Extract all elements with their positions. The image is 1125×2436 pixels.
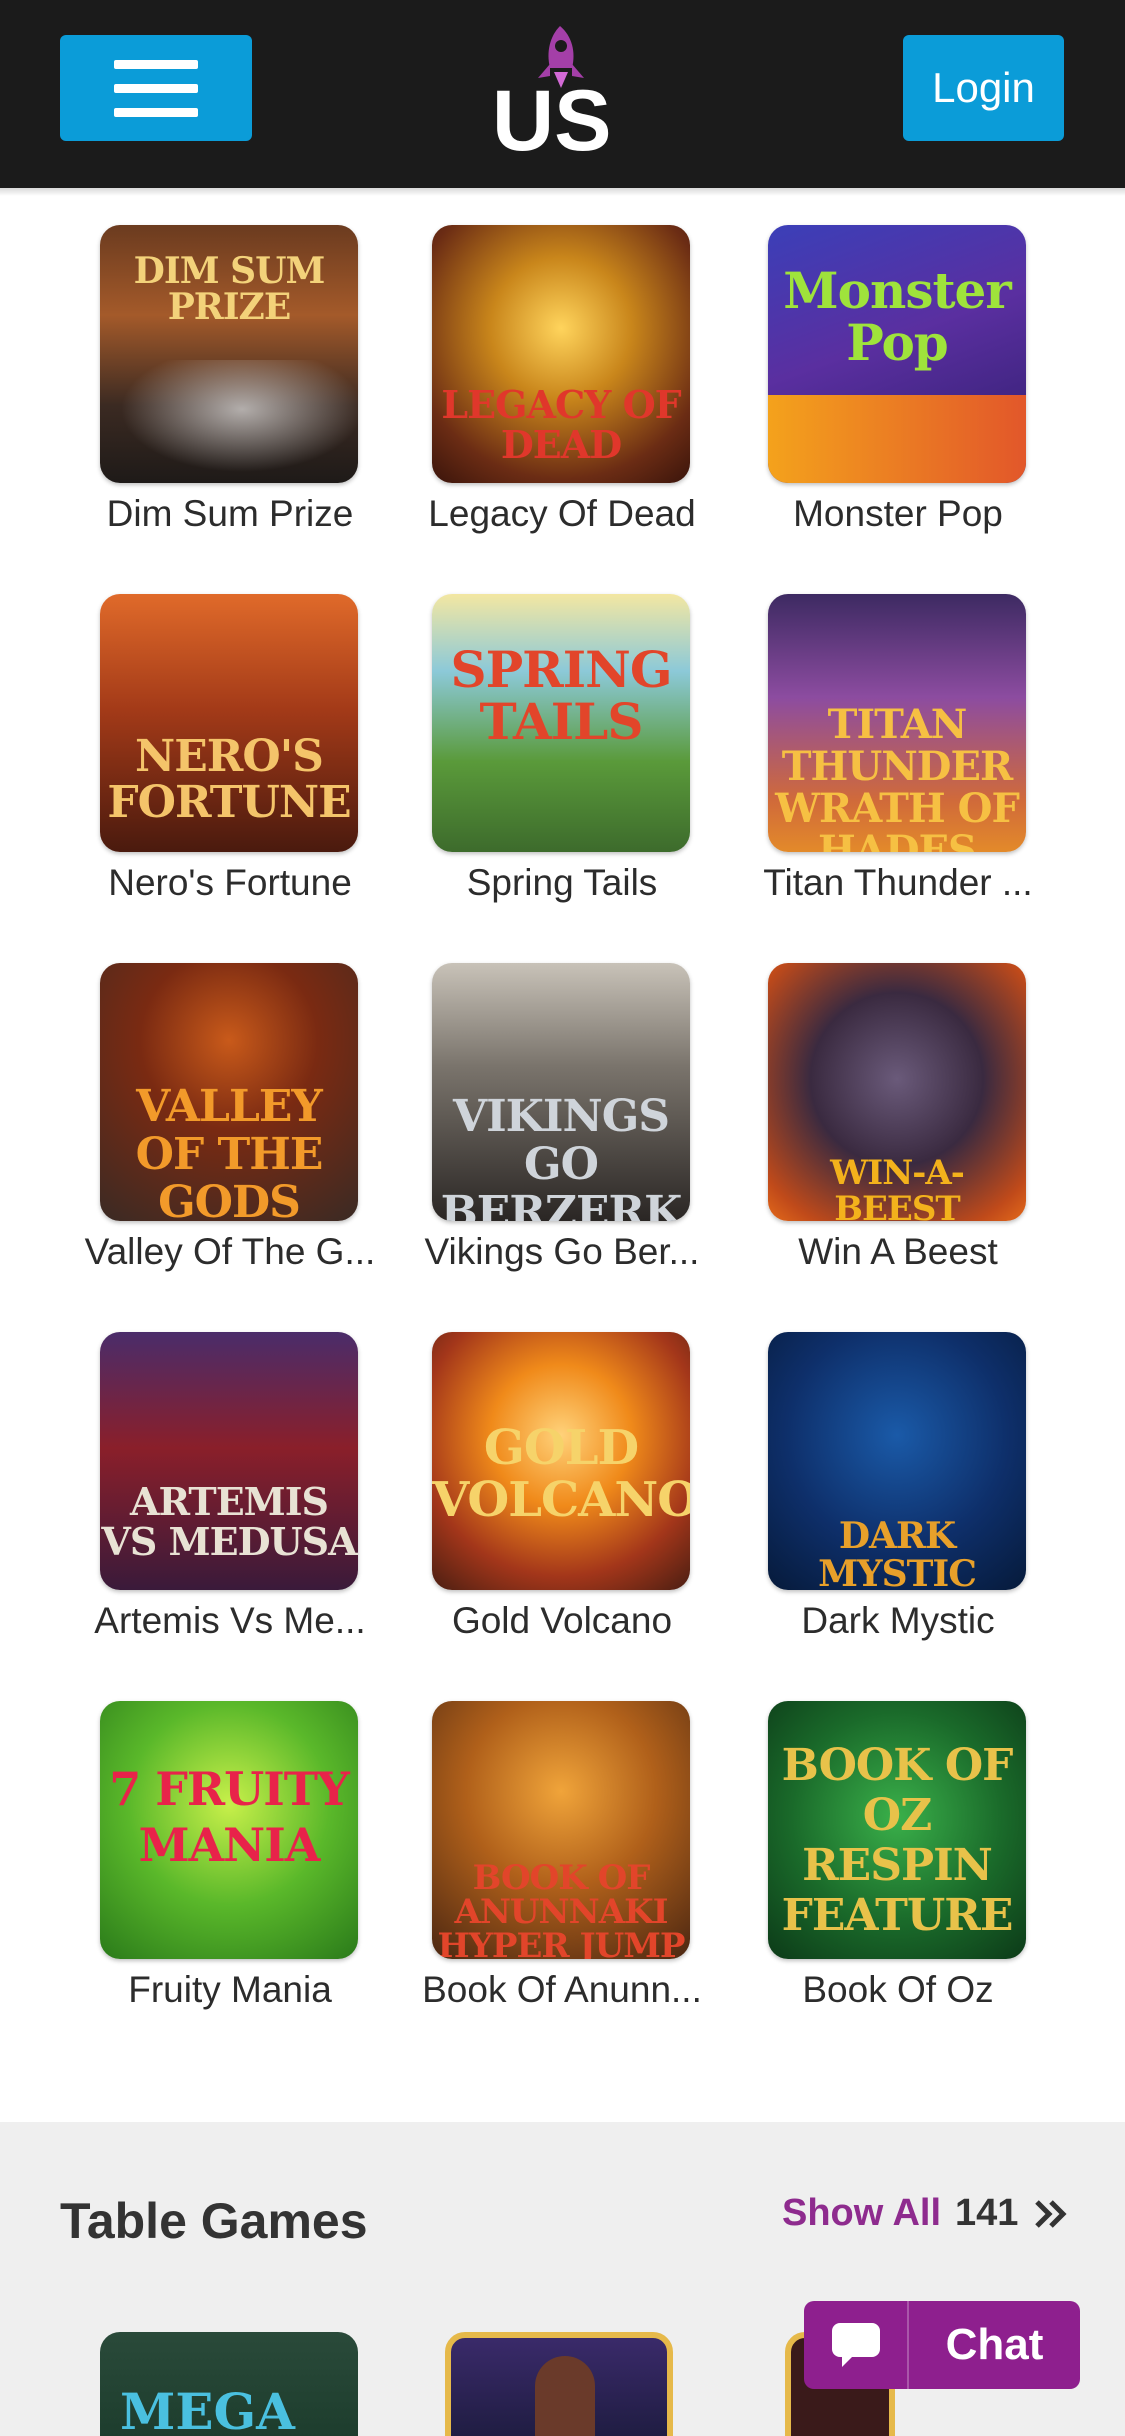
game-art-title: VIKINGS GO BERZERK <box>440 1091 683 1222</box>
game-thumbnail[interactable]: WIN-A-BEEST <box>768 963 1026 1221</box>
game-art-title: TITAN THUNDER WRATH OF HADES <box>775 701 1020 853</box>
game-art-title: BOOK OF ANUNNAKI HYPER JUMP <box>437 1858 686 1959</box>
double-chevron-right-icon[interactable] <box>1033 2198 1069 2230</box>
game-tile[interactable]: LEGACY OF DEAD Legacy Of Dead <box>362 225 702 565</box>
game-thumbnail[interactable]: SPRING TAILS <box>432 594 690 852</box>
hamburger-icon-bar-2 <box>114 83 198 93</box>
table-game-art-title: MEGA <box>120 2382 295 2436</box>
game-tile[interactable]: VALLEY OF THE GODS Valley Of The G... <box>30 963 375 1303</box>
game-tile[interactable]: VIKINGS GO BERZERK Vikings Go Ber... <box>362 963 702 1303</box>
section-title: Table Games <box>60 2193 368 2249</box>
game-thumbnail[interactable]: DARK MYSTIC <box>768 1332 1026 1590</box>
game-thumbnail[interactable]: BOOK OF OZ RESPIN FEATURE <box>768 1701 1026 1959</box>
game-thumbnail[interactable]: BOOK OF ANUNNAKI HYPER JUMP <box>432 1701 690 1959</box>
game-tile[interactable]: Monster Pop Monster Pop <box>698 225 1038 565</box>
chat-button[interactable]: Chat <box>804 2301 1080 2389</box>
table-game-thumbnail[interactable]: MEGA <box>100 2332 358 2436</box>
game-tile[interactable]: DIM SUM PRIZE Dim Sum Prize <box>30 225 370 565</box>
game-tile[interactable]: GOLD VOLCANO Gold Volcano <box>362 1332 702 1672</box>
game-name[interactable]: Titan Thunder ... <box>698 862 1098 904</box>
game-art-title: WIN-A-BEEST <box>830 1153 965 1221</box>
game-tile[interactable]: ARTEMIS VS MEDUSA Artemis Vs Me... <box>30 1332 370 1672</box>
game-tile[interactable]: 7 FRUITY MANIA Fruity Mania <box>30 1701 370 2041</box>
game-thumbnail[interactable]: TITAN THUNDER WRATH OF HADES <box>768 594 1026 852</box>
game-art-title: DARK MYSTIC <box>818 1515 977 1590</box>
game-thumbnail[interactable]: Monster Pop <box>768 225 1026 483</box>
game-name[interactable]: Win A Beest <box>698 1231 1098 1273</box>
game-thumbnail[interactable]: ARTEMIS VS MEDUSA <box>100 1332 358 1590</box>
menu-button[interactable] <box>60 35 252 141</box>
game-thumbnail[interactable]: LEGACY OF DEAD <box>432 225 690 483</box>
game-art-title: LEGACY OF DEAD <box>441 382 681 467</box>
svg-text:US: US <box>492 73 611 158</box>
speech-bubble-icon <box>804 2301 909 2389</box>
login-button[interactable]: Login <box>903 35 1064 141</box>
hamburger-icon-bar-3 <box>114 107 198 117</box>
game-thumbnail[interactable]: VIKINGS GO BERZERK <box>432 963 690 1221</box>
game-art-title: 7 FRUITY MANIA <box>109 1762 350 1872</box>
game-art-title: Monster Pop <box>783 261 1011 372</box>
game-tile[interactable]: BOOK OF OZ RESPIN FEATURE Book Of Oz <box>698 1701 1038 2041</box>
game-thumbnail[interactable]: 7 FRUITY MANIA <box>100 1701 358 1959</box>
site-logo[interactable]: US <box>488 18 638 158</box>
show-all-link[interactable]: Show All <box>782 2192 941 2235</box>
game-thumbnail[interactable]: VALLEY OF THE GODS <box>100 963 358 1221</box>
game-thumbnail[interactable]: DIM SUM PRIZE <box>100 225 358 483</box>
header-shadow <box>0 188 1125 196</box>
game-tile[interactable]: TITAN THUNDER WRATH OF HADES Titan Thund… <box>698 594 1038 934</box>
hamburger-icon <box>114 59 198 69</box>
game-art-title: GOLD VOLCANO <box>432 1420 690 1528</box>
game-thumbnail[interactable]: GOLD VOLCANO <box>432 1332 690 1590</box>
game-tile[interactable]: NERO'S FORTUNE Nero's Fortune <box>30 594 370 934</box>
game-tile[interactable]: BOOK OF ANUNNAKI HYPER JUMP Book Of Anun… <box>362 1701 702 2041</box>
game-name[interactable]: Book Of Oz <box>698 1969 1098 2011</box>
game-art-title: ARTEMIS VS MEDUSA <box>101 1479 357 1564</box>
game-art-title: SPRING TAILS <box>450 640 672 751</box>
dealer-image <box>535 2356 595 2436</box>
game-art-title: BOOK OF OZ RESPIN FEATURE <box>781 1740 1014 1941</box>
game-name[interactable]: Monster Pop <box>698 493 1098 535</box>
game-tile[interactable]: DARK MYSTIC Dark Mystic <box>698 1332 1038 1672</box>
game-name[interactable]: Dark Mystic <box>698 1600 1098 1642</box>
table-game-thumbnail[interactable] <box>445 2332 673 2436</box>
game-tile[interactable]: WIN-A-BEEST Win A Beest <box>698 963 1038 1303</box>
game-art-title: DIM SUM PRIZE <box>133 250 326 328</box>
chat-label: Chat <box>945 2320 1044 2369</box>
top-header: US Login <box>0 0 1125 188</box>
games-count: 141 <box>955 2192 1019 2234</box>
game-art-title: NERO'S FORTUNE <box>107 731 351 828</box>
game-art-title: VALLEY OF THE GODS <box>135 1081 324 1222</box>
game-tile[interactable]: SPRING TAILS Spring Tails <box>362 594 702 934</box>
game-thumbnail[interactable]: NERO'S FORTUNE <box>100 594 358 852</box>
